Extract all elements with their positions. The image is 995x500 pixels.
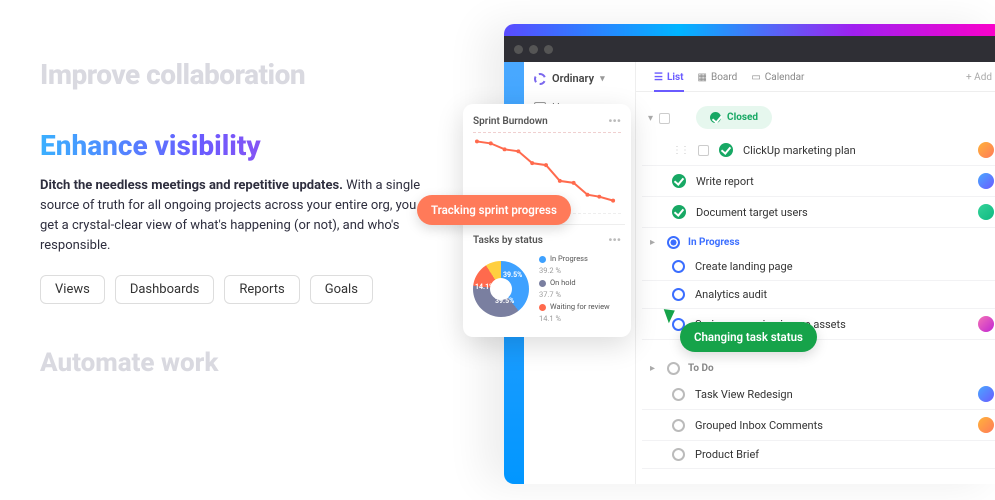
group-toggle-inprogress[interactable]: ▸ xyxy=(650,237,655,248)
task-name: ClickUp marketing plan xyxy=(743,144,856,157)
status-closed-header[interactable]: Closed xyxy=(696,106,772,129)
group-toggle-closed[interactable]: ▾ xyxy=(648,113,653,124)
legend-value: 39.2 % xyxy=(539,266,561,275)
avatar[interactable] xyxy=(978,173,994,189)
traffic-light-close[interactable] xyxy=(514,45,523,54)
legend-value: 37.7 % xyxy=(539,290,561,299)
workspace-icon xyxy=(534,73,546,85)
task-name: Analytics audit xyxy=(695,288,767,301)
group-toggle-todo[interactable]: ▸ xyxy=(650,363,655,374)
avatar[interactable] xyxy=(978,204,994,220)
heading-collaboration: Improve collaboration xyxy=(40,58,440,91)
workspace-switcher[interactable]: Ordinary ▾ xyxy=(534,72,625,85)
traffic-light-min[interactable] xyxy=(529,45,538,54)
tab-list[interactable]: ☰ List xyxy=(654,72,684,92)
view-tabs: ☰ List ▦ Board ▭ Calendar + Add xyxy=(636,72,995,92)
legend-value: 14.1 % xyxy=(539,314,561,323)
chevron-down-icon: ▾ xyxy=(600,74,605,84)
task-checkbox[interactable] xyxy=(698,145,709,156)
task-name: Product Brief xyxy=(695,448,759,461)
task-status-closed-icon[interactable] xyxy=(672,174,686,188)
task-row[interactable]: Grouped Inbox Comments xyxy=(642,410,995,441)
avatar[interactable] xyxy=(978,142,994,158)
card-menu-icon[interactable]: ••• xyxy=(608,233,621,247)
legend-label: In Progress xyxy=(550,254,588,263)
task-status-closed-icon[interactable] xyxy=(672,205,686,219)
tab-calendar-label: Calendar xyxy=(765,72,805,83)
heading-visibility: Enhance visibility xyxy=(40,129,440,162)
pie-slice-label: 14.1% xyxy=(475,283,494,291)
burndown-title: Sprint Burndown xyxy=(473,116,548,127)
avatar[interactable] xyxy=(978,316,994,332)
pill-dashboards[interactable]: Dashboards xyxy=(115,275,215,304)
status-inprogress-icon xyxy=(667,236,680,249)
window-titlebar xyxy=(504,36,995,62)
calendar-icon: ▭ xyxy=(751,72,760,83)
task-list: ▾ Closed ⋮⋮ ClickUp marketing plan xyxy=(636,92,995,475)
task-name: Grouped Inbox Comments xyxy=(695,419,823,432)
window-gradient-bar xyxy=(504,24,995,36)
task-status-inprogress-icon[interactable] xyxy=(672,260,685,273)
tab-board[interactable]: ▦ Board xyxy=(698,72,738,83)
task-status-inprogress-icon[interactable] xyxy=(672,288,685,301)
board-icon: ▦ xyxy=(698,72,707,83)
main-panel: ☰ List ▦ Board ▭ Calendar + Add ▾ xyxy=(636,62,995,484)
legend-label: On hold xyxy=(550,278,576,287)
select-all-closed[interactable] xyxy=(659,113,670,124)
workspace-name: Ordinary xyxy=(552,72,594,85)
pill-goals[interactable]: Goals xyxy=(310,275,373,304)
status-closed-label: Closed xyxy=(727,112,758,123)
heading-automate: Automate work xyxy=(40,348,440,378)
legend-label: Waiting for review xyxy=(550,302,610,311)
pie-legend: In Progress 39.2 % On hold 37.7 % Waiting … xyxy=(539,253,610,325)
tab-list-label: List xyxy=(667,72,684,83)
status-todo-header[interactable]: To Do xyxy=(688,363,714,374)
task-status-todo-icon[interactable] xyxy=(672,419,685,432)
tracking-badge: Tracking sprint progress xyxy=(417,195,571,225)
avatar[interactable] xyxy=(978,417,994,433)
task-status-todo-icon[interactable] xyxy=(672,388,685,401)
changing-status-badge: Changing task status xyxy=(680,322,817,352)
pill-reports[interactable]: Reports xyxy=(224,275,299,304)
task-row[interactable]: Task View Redesign xyxy=(642,379,995,410)
task-row[interactable]: ⋮⋮ ClickUp marketing plan xyxy=(642,135,995,166)
pie-slice-label: 39.5% xyxy=(503,271,522,279)
body-text: Ditch the needless meetings and repetiti… xyxy=(40,176,435,257)
body-bold: Ditch the needless meetings and repetiti… xyxy=(40,178,343,193)
task-row[interactable]: Analytics audit xyxy=(642,281,995,309)
pill-views[interactable]: Views xyxy=(40,275,105,304)
add-view-button[interactable]: + Add xyxy=(966,72,992,83)
tab-board-label: Board xyxy=(711,72,737,83)
traffic-light-max[interactable] xyxy=(544,45,553,54)
check-icon xyxy=(710,112,721,123)
task-row[interactable]: Create landing page xyxy=(642,253,995,281)
tasks-by-status-title: Tasks by status xyxy=(473,235,543,246)
pie-slice-label: 39.5% xyxy=(495,297,514,305)
task-status-todo-icon[interactable] xyxy=(672,448,685,461)
task-name: Document target users xyxy=(696,206,808,219)
task-name: Task View Redesign xyxy=(695,388,793,401)
avatar[interactable] xyxy=(978,386,994,402)
drag-handle-icon[interactable]: ⋮⋮ xyxy=(672,145,688,156)
status-todo-icon xyxy=(667,362,680,375)
status-inprogress-header[interactable]: In Progress xyxy=(688,237,740,248)
task-name: Write report xyxy=(696,175,754,188)
task-row[interactable]: Write report xyxy=(642,166,995,197)
marketing-rail: Improve collaboration Enhance visibility… xyxy=(40,58,440,378)
tab-calendar[interactable]: ▭ Calendar xyxy=(751,72,804,83)
pill-row: Views Dashboards Reports Goals xyxy=(40,275,440,304)
task-row[interactable]: Product Brief xyxy=(642,441,995,469)
status-pie-chart: 39.5% 39.5% 14.1% xyxy=(473,261,529,317)
task-row[interactable]: Document target users xyxy=(642,197,995,228)
task-name: Create landing page xyxy=(695,260,793,273)
card-menu-icon[interactable]: ••• xyxy=(608,114,621,128)
task-status-closed-icon[interactable] xyxy=(719,143,733,157)
list-icon: ☰ xyxy=(654,72,663,83)
